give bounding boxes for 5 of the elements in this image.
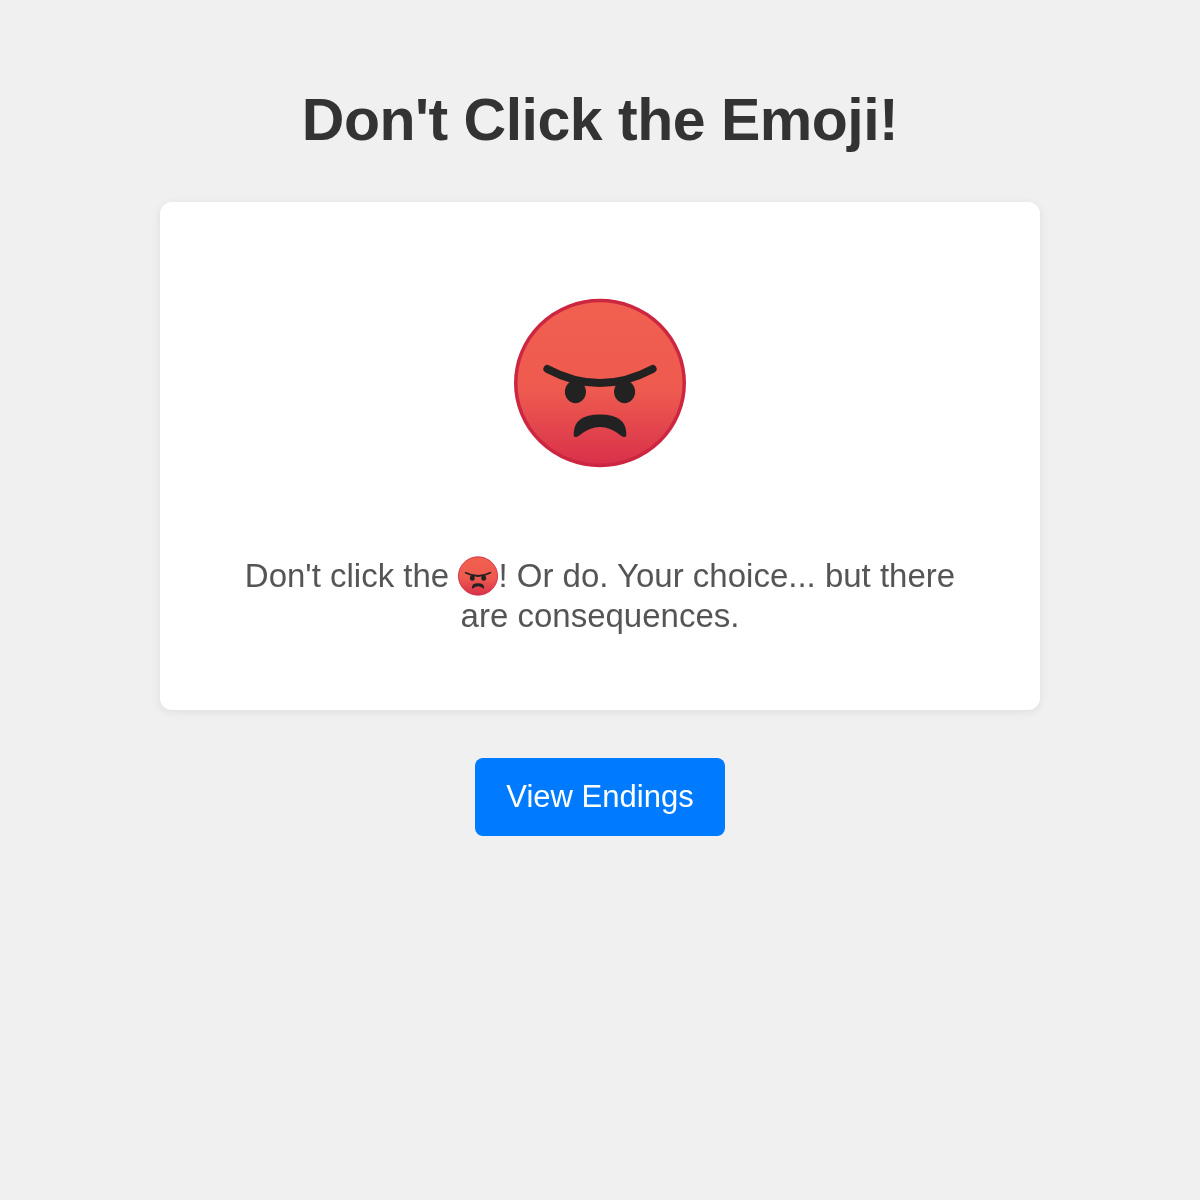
- angry-face-icon: [458, 556, 499, 596]
- view-endings-button[interactable]: View Endings: [475, 758, 725, 836]
- warning-text: Don't click the ! Or do. Your choice... but there are consequences.: [243, 556, 957, 636]
- page-title: Don't Click the Emoji!: [301, 86, 899, 155]
- angry-face-icon[interactable]: [511, 297, 689, 469]
